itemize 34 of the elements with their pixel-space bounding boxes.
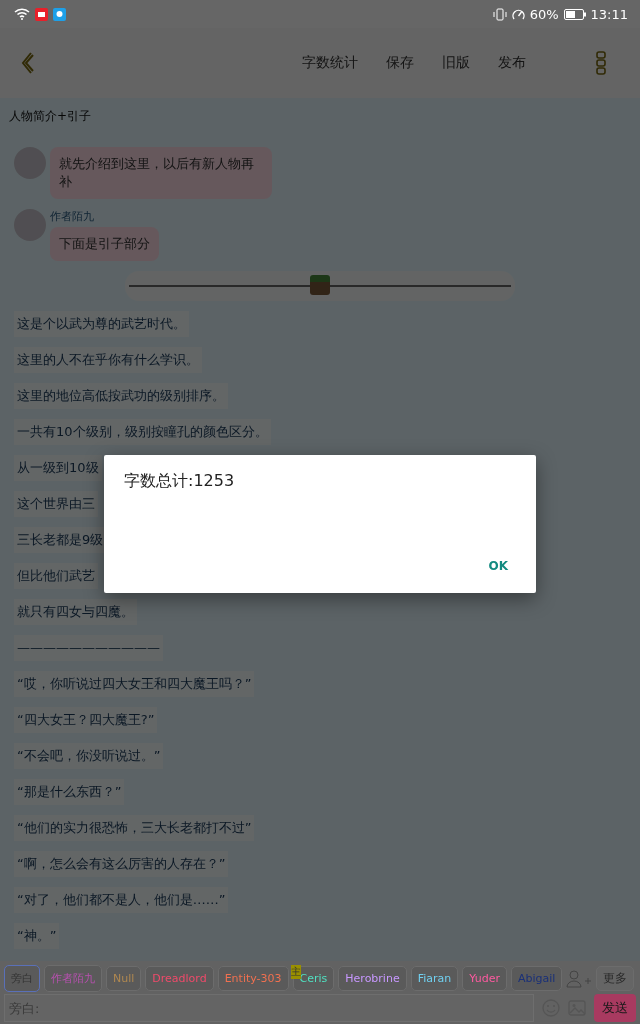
wifi-icon [14, 8, 30, 20]
battery-percent: 60% [529, 6, 559, 22]
toolbar-action[interactable]: 保存 [374, 50, 426, 76]
character-chip[interactable]: Fiaran [410, 966, 459, 991]
author-name: 作者陌九 [50, 209, 94, 224]
badge: 主 [290, 965, 301, 979]
chat-bubble: 下面是引子部分 [50, 227, 159, 261]
ok-button[interactable]: OK [480, 553, 516, 579]
chat-bubble: 就先介绍到这里，以后有新人物再补 [50, 147, 272, 199]
send-button[interactable]: 发送 [594, 994, 636, 1022]
character-chip[interactable]: Abigail [510, 966, 563, 991]
character-chip[interactable]: Null [106, 966, 142, 991]
app-notification-icon [53, 7, 66, 21]
character-chip[interactable]: 主Ceris [292, 966, 335, 991]
dialog-message: 字数总计:1253 [124, 471, 236, 492]
character-chip[interactable]: Entity-303 [217, 966, 289, 991]
more-button[interactable]: 更多 [596, 966, 635, 991]
toolbar-action[interactable]: 发布 [486, 50, 538, 76]
block-icon[interactable] [310, 275, 330, 295]
add-person-icon[interactable] [566, 969, 593, 988]
character-chip[interactable]: Herobrine [338, 966, 407, 991]
speedometer-icon [511, 7, 525, 21]
toolbar-action[interactable]: 字数统计 [290, 50, 370, 76]
battery-icon [563, 8, 586, 20]
app-notification-icon [35, 7, 48, 21]
overflow-menu-button[interactable] [594, 49, 608, 77]
toolbar-action[interactable]: 旧版 [430, 50, 482, 76]
character-chip[interactable]: 作者陌九 [44, 965, 102, 992]
character-chip[interactable]: Yuder [462, 966, 507, 991]
vibrate-icon [492, 7, 507, 21]
character-chip[interactable]: Dreadlord [145, 966, 214, 991]
clock: 13:11 [590, 6, 628, 22]
page-title: 人物简介+引子 [8, 108, 93, 125]
slider[interactable] [125, 271, 515, 301]
